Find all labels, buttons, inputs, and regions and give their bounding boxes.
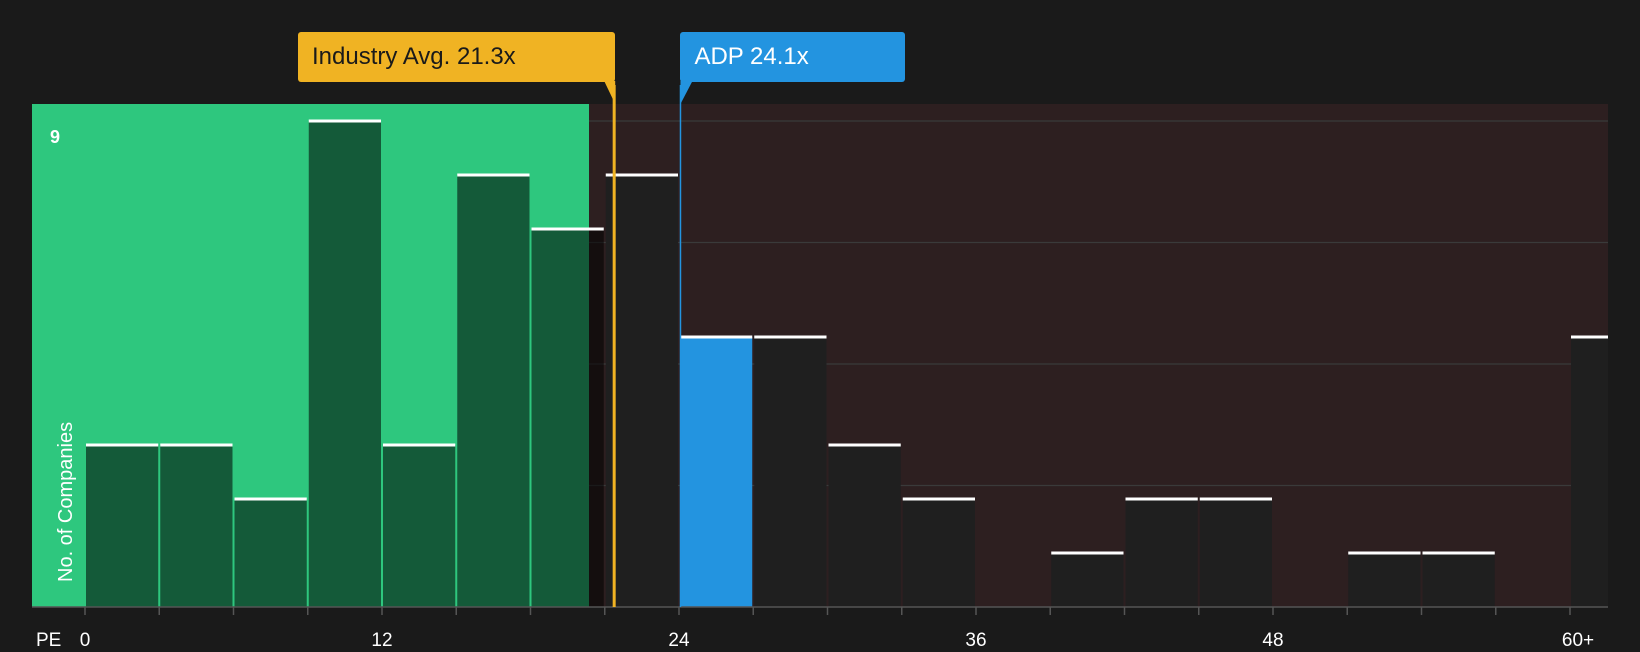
histogram-bar bbox=[383, 445, 456, 607]
histogram-bar bbox=[1051, 553, 1124, 607]
x-tick-label: 12 bbox=[371, 630, 393, 651]
pe-distribution-chart bbox=[32, 81, 1608, 615]
histogram-bar bbox=[754, 337, 827, 607]
x-tick-label: 24 bbox=[668, 630, 690, 651]
histogram-bar bbox=[531, 229, 604, 607]
y-axis-max-label: 9 bbox=[50, 127, 61, 147]
x-tick-label: 36 bbox=[965, 630, 987, 651]
y-axis-title: No. of Companies bbox=[55, 421, 77, 582]
histogram-bar bbox=[902, 499, 975, 607]
histogram-bar bbox=[1422, 553, 1495, 607]
company-pe-pointer bbox=[680, 81, 693, 104]
x-axis-title: PE bbox=[36, 630, 62, 651]
histogram-bar bbox=[1348, 553, 1421, 607]
x-tick-label: 48 bbox=[1262, 630, 1284, 651]
histogram-bar bbox=[680, 337, 753, 607]
histogram-bar bbox=[457, 175, 530, 607]
x-axis-tick-marks bbox=[84, 607, 1571, 615]
histogram-bar bbox=[605, 175, 678, 607]
histogram-bar bbox=[160, 445, 233, 607]
industry-average-callout: Industry Avg. 21.3x bbox=[298, 32, 616, 82]
histogram-bar bbox=[828, 445, 901, 607]
histogram-bar bbox=[1571, 337, 1608, 607]
histogram-bar bbox=[308, 121, 381, 607]
histogram-bar bbox=[1125, 499, 1198, 607]
histogram-bar bbox=[234, 499, 307, 607]
histogram-bar bbox=[86, 445, 159, 607]
x-tick-label: 60+ bbox=[1561, 630, 1595, 651]
x-tick-label: 0 bbox=[79, 630, 91, 651]
company-pe-callout: ADP 24.1x bbox=[680, 32, 905, 82]
histogram-bar bbox=[1199, 499, 1272, 607]
